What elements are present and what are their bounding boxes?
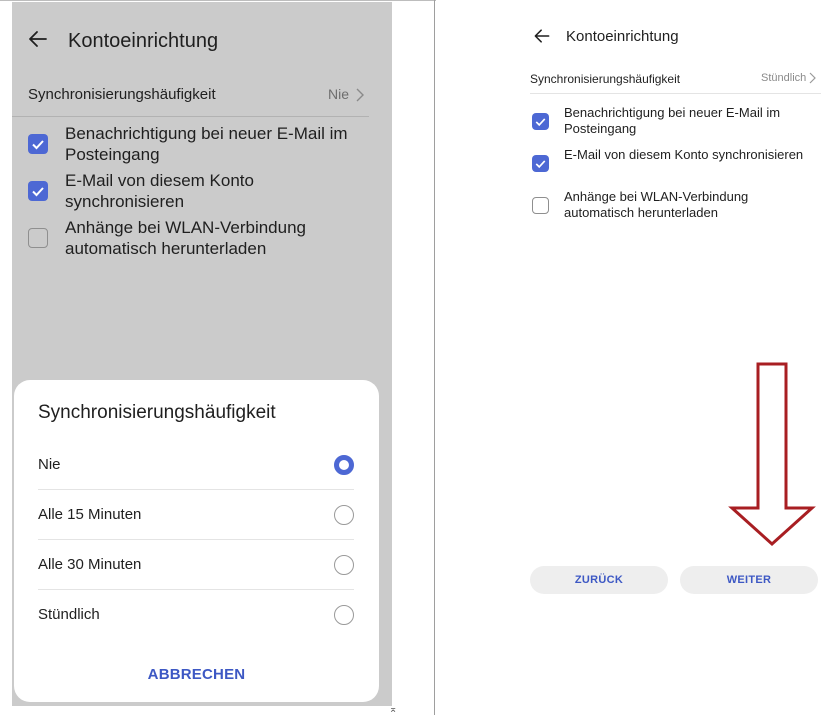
down-arrow-annotation-icon [728, 362, 816, 547]
resize-mark-icon: ⌅ [389, 704, 398, 715]
option-label: Alle 15 Minuten [38, 506, 142, 523]
panel-divider [434, 0, 435, 715]
arrow-left-icon[interactable] [532, 26, 552, 46]
dialog-title: Synchronisierungshäufigkeit [38, 402, 276, 423]
option-15-min[interactable]: Alle 15 Minuten [38, 490, 354, 540]
next-button[interactable]: WEITER [680, 566, 818, 594]
option-never[interactable]: Nie [38, 440, 354, 490]
checkbox-checked[interactable] [28, 134, 48, 154]
checkbox-label: E-Mail von diesem Konto synchronisieren [564, 147, 804, 162]
option-label: Stündlich [38, 606, 100, 623]
checkbox-label: Anhänge bei WLAN-Verbindung automatisch … [564, 189, 749, 220]
sync-frequency-label[interactable]: Synchronisierungshäufigkeit [530, 72, 680, 86]
app-header: Kontoeinrichtung [12, 20, 392, 60]
divider [530, 93, 821, 94]
checkbox-label: E-Mail von diesem Konto synchronisieren [65, 171, 254, 211]
checkbox-label: Anhänge bei WLAN-Verbindung automatisch … [65, 218, 306, 258]
checkmark-icon [32, 187, 44, 197]
option-label: Alle 30 Minuten [38, 556, 142, 573]
right-screen: Kontoeinrichtung Synchronisierungshäufig… [436, 0, 821, 715]
radio-unselected[interactable] [334, 505, 354, 525]
option-label: Nie [38, 456, 61, 473]
chevron-right-icon [809, 72, 816, 84]
radio-unselected[interactable] [334, 555, 354, 575]
checkbox-checked[interactable] [532, 155, 549, 172]
checkbox-unchecked[interactable] [28, 228, 48, 248]
sync-frequency-label: Synchronisierungshäufigkeit [28, 86, 216, 103]
arrow-left-icon[interactable] [26, 27, 50, 51]
checkbox-checked[interactable] [28, 181, 48, 201]
sync-frequency-value[interactable]: Stündlich [761, 72, 806, 84]
sync-frequency-value: Nie [327, 86, 349, 102]
sync-frequency-row[interactable]: Synchronisierungshäufigkeit Nie [12, 80, 369, 117]
chevron-right-icon [356, 88, 364, 102]
sync-frequency-dialog: Synchronisierungshäufigkeit Nie Alle 15 … [14, 380, 379, 702]
option-30-min[interactable]: Alle 30 Minuten [38, 540, 354, 590]
left-screen: Kontoeinrichtung Synchronisierungshäufig… [12, 2, 392, 706]
checkmark-icon [32, 140, 44, 150]
checkmark-icon [535, 118, 546, 127]
radio-selected[interactable] [334, 455, 354, 475]
cancel-button[interactable]: ABBRECHEN [14, 666, 379, 683]
page-title: Kontoeinrichtung [566, 28, 679, 45]
checkbox-label: Benachrichtigung bei neuer E-Mail im Pos… [564, 105, 781, 136]
back-button[interactable]: ZURÜCK [530, 566, 668, 594]
checkbox-label: Benachrichtigung bei neuer E-Mail im Pos… [65, 124, 348, 164]
radio-unselected[interactable] [334, 605, 354, 625]
checkmark-icon [535, 160, 546, 169]
option-hourly[interactable]: Stündlich [38, 590, 354, 640]
checkbox-unchecked[interactable] [532, 197, 549, 214]
checkbox-checked[interactable] [532, 113, 549, 130]
page-title: Kontoeinrichtung [68, 30, 219, 52]
